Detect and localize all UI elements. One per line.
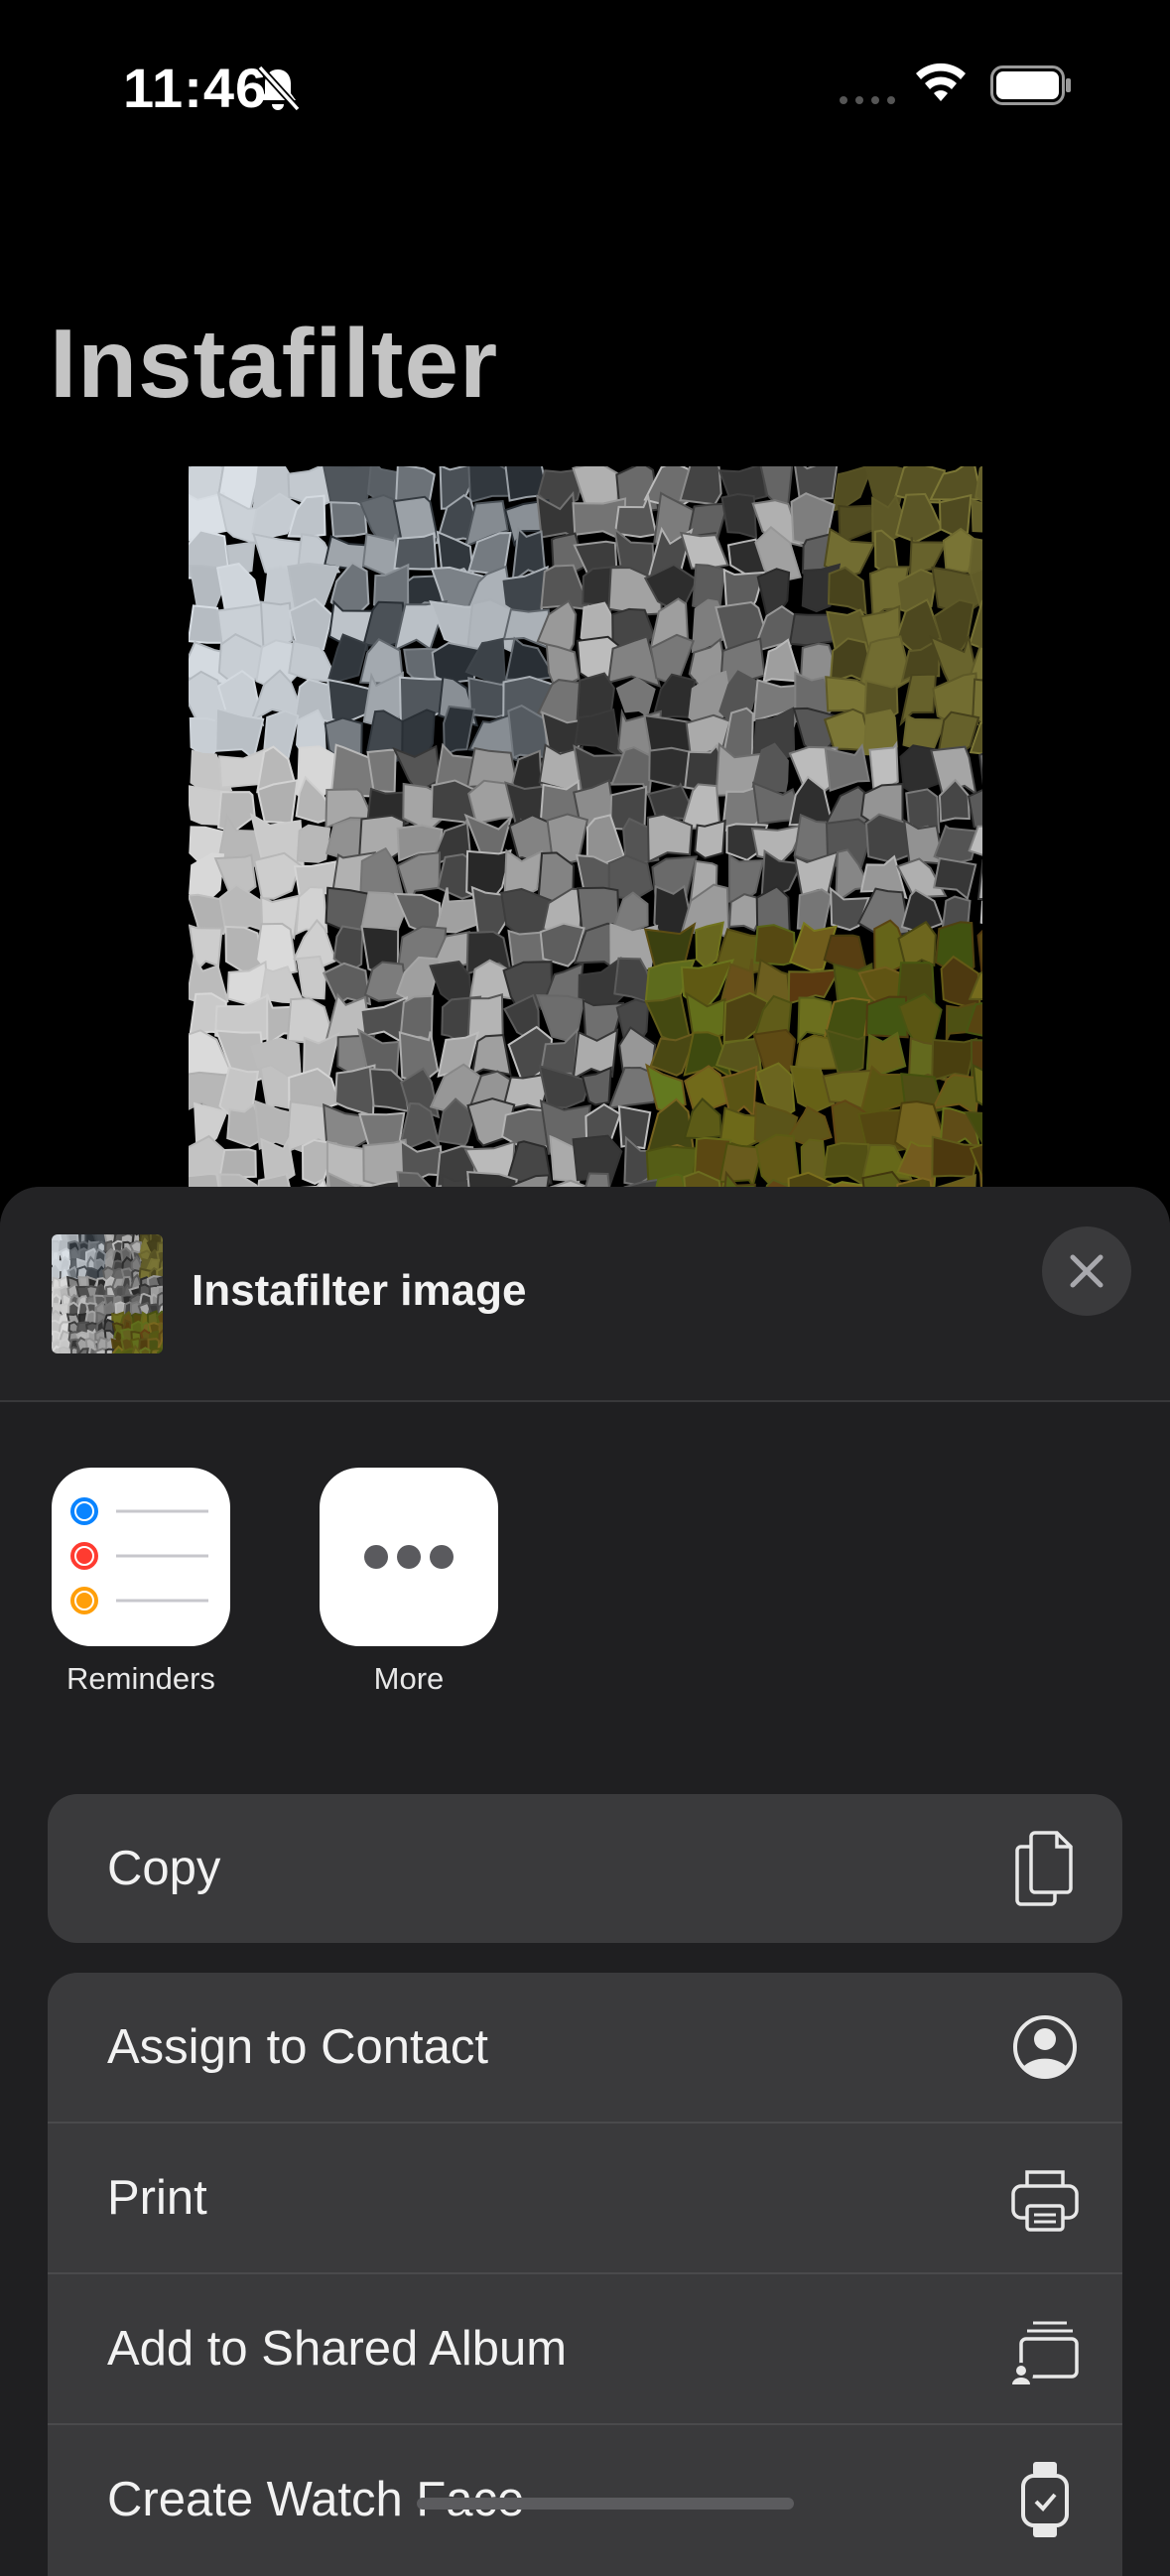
action-assign-to-contact[interactable]: Assign to Contact xyxy=(48,1973,1122,2122)
app-title: Instafilter xyxy=(50,309,499,418)
more-label: More xyxy=(373,1661,445,1696)
more-apps-button[interactable] xyxy=(320,1468,498,1646)
action-label: Print xyxy=(107,2171,207,2225)
action-add-to-shared-album[interactable]: Add to Shared Album xyxy=(48,2272,1122,2423)
image-thumbnail xyxy=(52,1234,163,1353)
close-button[interactable] xyxy=(1042,1226,1131,1316)
copy-action-group: Copy xyxy=(48,1794,1122,1943)
action-label: Add to Shared Album xyxy=(107,2322,568,2376)
wifi-icon xyxy=(916,63,966,101)
more-icon xyxy=(364,1545,454,1569)
action-print[interactable]: Print xyxy=(48,2122,1122,2272)
reminders-icon xyxy=(70,1497,208,1614)
status-time: 11:46 xyxy=(123,57,268,119)
reminders-app-button[interactable] xyxy=(52,1468,230,1646)
shared-album-icon xyxy=(1009,2321,1079,2386)
printer-icon xyxy=(1011,2170,1079,2232)
crystallized-image xyxy=(189,466,982,1221)
copy-icon xyxy=(1015,1831,1073,1906)
bell-muted-icon xyxy=(257,64,301,112)
filtered-photo[interactable] xyxy=(189,466,982,1221)
battery-icon xyxy=(990,65,1071,105)
share-sheet-header: Instafilter image xyxy=(0,1187,1170,1402)
action-label: Copy xyxy=(107,1842,221,1895)
thumbnail-image xyxy=(52,1234,163,1353)
more-actions-group: Assign to Contact Print Add to Shared Al… xyxy=(48,1973,1122,2576)
reminders-label: Reminders xyxy=(66,1661,215,1696)
action-copy[interactable]: Copy xyxy=(48,1794,1122,1943)
person-circle-icon xyxy=(1013,2015,1077,2079)
share-sheet: Instafilter image Reminders More Copy As… xyxy=(0,1187,1170,2576)
status-bar: 11:46 xyxy=(0,0,1170,169)
home-indicator[interactable] xyxy=(417,2498,794,2510)
action-label: Assign to Contact xyxy=(107,2020,489,2074)
watch-icon xyxy=(1021,2462,1069,2537)
close-icon xyxy=(1070,1254,1104,1288)
cellular-signal-icon xyxy=(840,96,895,104)
share-sheet-title: Instafilter image xyxy=(192,1266,527,1315)
